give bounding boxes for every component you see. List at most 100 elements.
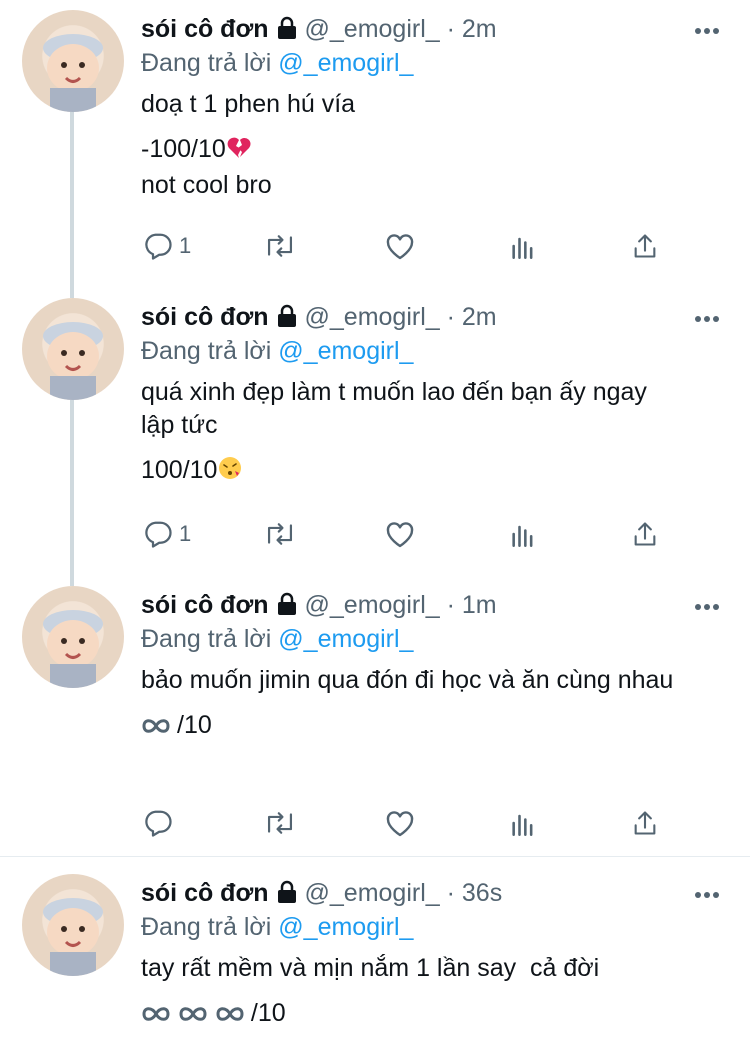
tweet-header: sói cô đơn @_emogirl_ · 2m — [141, 14, 497, 47]
infinity-emoji — [215, 999, 245, 1032]
tweet-line: not cool bro — [141, 171, 272, 199]
handle[interactable]: @_emogirl_ — [305, 303, 440, 331]
tweet-line-text: -100/10 — [141, 135, 226, 163]
share-icon — [631, 231, 659, 261]
tweet-text: doạ t 1 phen hú vía -100/10 not cool bro — [141, 88, 721, 214]
share-button[interactable] — [631, 229, 659, 263]
tweet-header: sói cô đơn @_emogirl_ · 36s — [141, 878, 502, 911]
share-icon — [631, 519, 659, 549]
tweet-line: 100/10 — [141, 454, 721, 490]
like-button[interactable] — [384, 517, 416, 551]
analytics-icon — [509, 231, 537, 261]
tweet[interactable]: sói cô đơn @_emogirl_ · 2m Đang trả lời @… — [0, 288, 750, 576]
avatar[interactable] — [22, 298, 124, 400]
retweet-icon — [263, 808, 297, 838]
reply-label: Đang trả lời — [141, 49, 272, 77]
tweet-header: sói cô đơn @_emogirl_ · 2m — [141, 302, 497, 335]
tweet[interactable]: sói cô đơn @_emogirl_ · 1m Đang trả lời @… — [0, 576, 750, 856]
retweet-button[interactable] — [263, 517, 297, 551]
handle[interactable]: @_emogirl_ — [305, 879, 440, 907]
broken-heart-emoji — [226, 136, 252, 169]
analytics-icon — [509, 808, 537, 838]
divider — [0, 856, 750, 857]
reply-mention[interactable]: @_emogirl_ — [278, 625, 413, 653]
retweet-icon — [263, 231, 297, 261]
reply-button[interactable]: 1 — [143, 517, 191, 551]
tweet-line: tay rất mềm và mịn nắm 1 lần say cả đời — [141, 954, 600, 982]
display-name[interactable]: sói cô đơn — [141, 303, 269, 331]
avatar[interactable] — [22, 10, 124, 112]
tweet-text: quá xinh đẹp làm t muốn lao đến bạn ấy n… — [141, 376, 721, 502]
retweet-icon — [263, 519, 297, 549]
tweet-line: /10 — [141, 709, 721, 744]
reply-button[interactable] — [143, 806, 173, 840]
timestamp[interactable]: · 1m — [447, 591, 497, 619]
reply-mention[interactable]: @_emogirl_ — [278, 913, 413, 941]
avatar[interactable] — [22, 874, 124, 976]
avatar[interactable] — [22, 586, 124, 688]
tweet-line: /10 — [141, 997, 721, 1032]
reply-label: Đang trả lời — [141, 913, 272, 941]
tweet-line: doạ t 1 phen hú vía — [141, 90, 356, 118]
retweet-button[interactable] — [263, 229, 297, 263]
reply-count: 1 — [179, 233, 192, 258]
more-icon[interactable] — [694, 598, 720, 610]
reply-context: Đang trả lời @_emogirl_ — [141, 912, 413, 942]
like-button[interactable] — [384, 229, 416, 263]
action-bar: 1 — [141, 229, 681, 263]
tweet[interactable]: sói cô đơn @_emogirl_ · 2m Đang trả lời @… — [0, 0, 750, 288]
reply-mention[interactable]: @_emogirl_ — [278, 49, 413, 77]
more-icon[interactable] — [694, 22, 720, 34]
analytics-button[interactable] — [509, 229, 537, 263]
tweet-line-text: /10 — [177, 711, 212, 739]
analytics-button[interactable] — [509, 806, 537, 840]
infinity-emoji — [141, 711, 171, 744]
infinity-emoji — [141, 999, 171, 1032]
reply-icon — [143, 231, 173, 261]
tweet-text: tay rất mềm và mịn nắm 1 lần say cả đời … — [141, 952, 721, 1044]
display-name[interactable]: sói cô đơn — [141, 879, 269, 907]
share-icon — [631, 808, 659, 838]
timestamp[interactable]: · 2m — [447, 15, 497, 43]
action-bar — [141, 806, 681, 840]
timestamp[interactable]: · 36s — [447, 879, 503, 907]
lock-icon — [275, 16, 299, 47]
display-name[interactable]: sói cô đơn — [141, 15, 269, 43]
reply-context: Đang trả lời @_emogirl_ — [141, 336, 413, 366]
tweet[interactable]: sói cô đơn @_emogirl_ · 36s Đang trả lời … — [0, 864, 750, 1043]
timestamp[interactable]: · 2m — [447, 303, 497, 331]
reply-mention[interactable]: @_emogirl_ — [278, 337, 413, 365]
reply-icon — [143, 808, 173, 838]
lock-icon — [275, 304, 299, 335]
share-button[interactable] — [631, 806, 659, 840]
share-button[interactable] — [631, 517, 659, 551]
kissing-face-emoji — [217, 455, 243, 490]
display-name[interactable]: sói cô đơn — [141, 591, 269, 619]
like-icon — [384, 231, 416, 261]
tweet-line-text: /10 — [250, 999, 286, 1027]
tweet-line-text: 100/10 — [141, 456, 218, 484]
reply-label: Đang trả lời — [141, 625, 272, 653]
tweet-line: -100/10 — [141, 133, 721, 169]
reply-button[interactable]: 1 — [143, 229, 191, 263]
tweet-line: quá xinh đẹp làm t muốn lao đến bạn ấy n… — [141, 378, 647, 439]
like-icon — [384, 808, 416, 838]
tweet-header: sói cô đơn @_emogirl_ · 1m — [141, 590, 497, 623]
action-bar: 1 — [141, 517, 681, 551]
reply-context: Đang trả lời @_emogirl_ — [141, 48, 413, 78]
retweet-button[interactable] — [263, 806, 297, 840]
like-icon — [384, 519, 416, 549]
more-icon[interactable] — [694, 310, 720, 322]
lock-icon — [275, 592, 299, 623]
analytics-button[interactable] — [509, 517, 537, 551]
reply-context: Đang trả lời @_emogirl_ — [141, 624, 413, 654]
reply-label: Đang trả lời — [141, 337, 272, 365]
tweet-line: bảo muốn jimin qua đón đi học và ăn cùng… — [141, 666, 674, 694]
more-icon[interactable] — [694, 886, 720, 898]
infinity-emoji — [178, 999, 208, 1032]
handle[interactable]: @_emogirl_ — [305, 591, 440, 619]
lock-icon — [275, 880, 299, 911]
handle[interactable]: @_emogirl_ — [305, 15, 440, 43]
like-button[interactable] — [384, 806, 416, 840]
analytics-icon — [509, 519, 537, 549]
